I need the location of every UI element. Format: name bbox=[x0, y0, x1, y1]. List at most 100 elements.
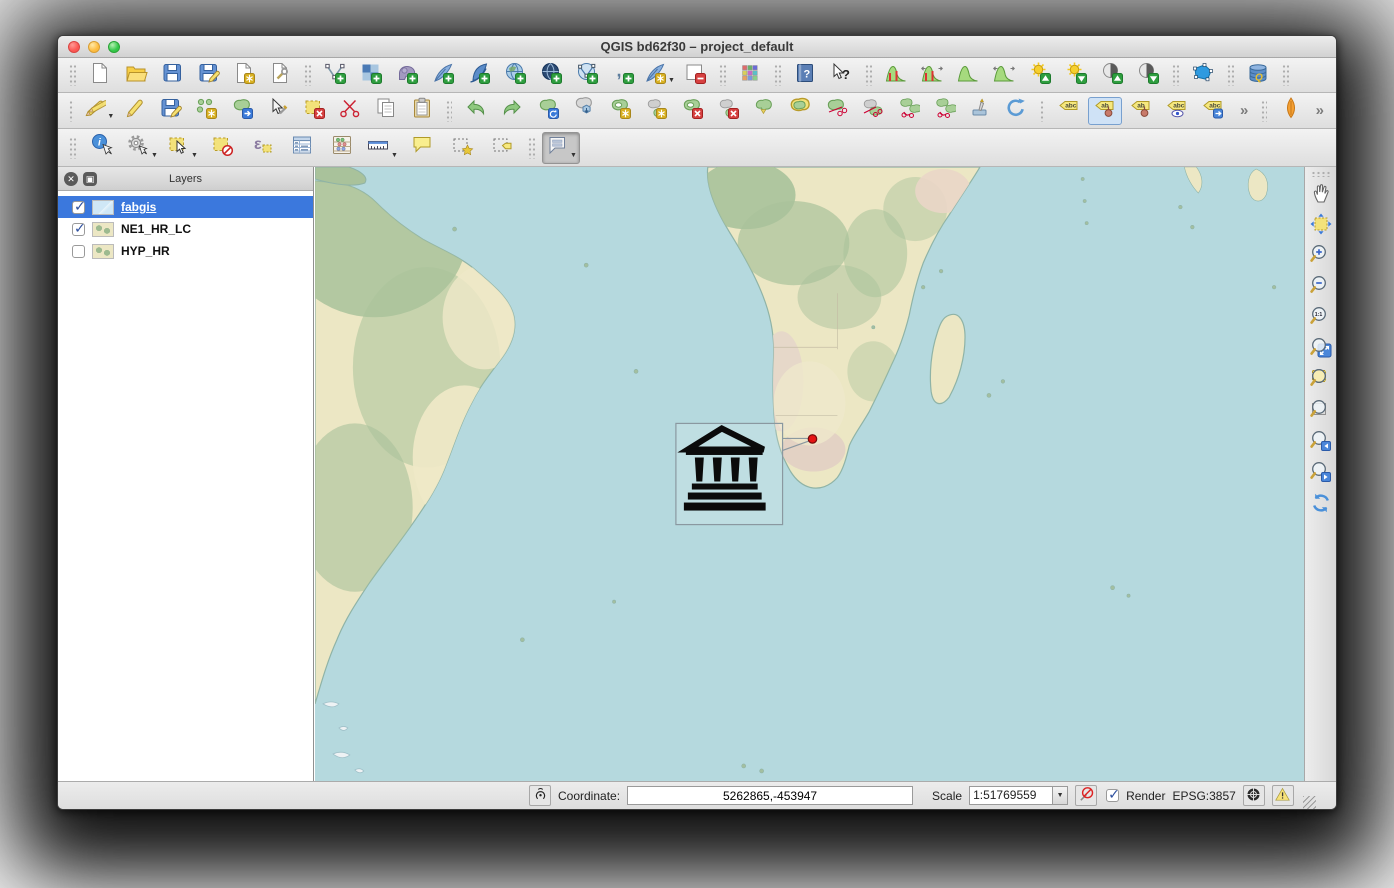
grass-tools-button[interactable] bbox=[1274, 97, 1308, 125]
scale-value[interactable]: 1:51769559 bbox=[969, 786, 1053, 805]
full-cumulative-stretch-button[interactable] bbox=[987, 61, 1021, 89]
toolbar-drag-handle[interactable] bbox=[1040, 100, 1045, 122]
split-parts-button[interactable] bbox=[855, 97, 889, 125]
add-part-button[interactable] bbox=[639, 97, 673, 125]
toolbar-drag-handle[interactable] bbox=[69, 64, 76, 86]
toolbar-drag-handle[interactable] bbox=[774, 64, 781, 86]
zoom-to-layer-button[interactable] bbox=[1307, 399, 1335, 425]
add-vector-layer-button[interactable] bbox=[318, 61, 352, 89]
zoom-native-button[interactable]: 1:1 bbox=[1307, 306, 1335, 332]
decrease-contrast-button[interactable] bbox=[1131, 61, 1165, 89]
delete-selected-button[interactable] bbox=[297, 97, 331, 125]
remove-layer-button[interactable] bbox=[678, 61, 712, 89]
field-calculator-button[interactable] bbox=[323, 132, 361, 164]
current-edits-dropdown-icon[interactable]: ▼ bbox=[107, 113, 114, 124]
toolbar-drag-handle[interactable] bbox=[719, 64, 726, 86]
db-manager-button[interactable]: Q bbox=[1241, 61, 1275, 89]
titlebar[interactable]: QGIS bd62f30 – project_default bbox=[58, 36, 1336, 58]
help-contents-button[interactable]: ? bbox=[788, 61, 822, 89]
toolbar-drag-handle[interactable] bbox=[1261, 100, 1266, 122]
measure-line-button[interactable]: ▼ bbox=[363, 132, 401, 164]
identify-features-button[interactable]: i bbox=[83, 132, 121, 164]
show-hide-labels-button[interactable]: abc bbox=[1160, 97, 1194, 125]
layer-visibility-checkbox[interactable] bbox=[72, 245, 85, 258]
toolbar-drag-handle[interactable] bbox=[1227, 64, 1234, 86]
current-edits-button[interactable]: ▼ bbox=[81, 97, 115, 125]
add-ring-button[interactable] bbox=[603, 97, 637, 125]
layer-visibility-checkbox[interactable] bbox=[72, 201, 85, 214]
pan-map-button[interactable] bbox=[1307, 182, 1335, 208]
toolbar-drag-handle[interactable] bbox=[304, 64, 311, 86]
deselect-all-button[interactable] bbox=[203, 132, 241, 164]
new-project-button[interactable] bbox=[83, 61, 117, 89]
point-marker[interactable] bbox=[808, 435, 816, 443]
panel-close-icon[interactable]: ✕ bbox=[64, 172, 78, 186]
add-mssql-layer-button[interactable] bbox=[462, 61, 496, 89]
style-manager-button[interactable] bbox=[733, 61, 767, 89]
touch-tool-button[interactable] bbox=[1186, 61, 1220, 89]
zoom-to-selection-button[interactable] bbox=[1307, 368, 1335, 394]
stop-render-button[interactable] bbox=[1075, 785, 1097, 806]
move-label-button[interactable]: abc bbox=[1196, 97, 1230, 125]
increase-brightness-button[interactable] bbox=[1023, 61, 1057, 89]
delete-part-button[interactable] bbox=[711, 97, 745, 125]
map-tips-button[interactable] bbox=[403, 132, 441, 164]
text-annotation-dropdown-icon[interactable]: ▼ bbox=[570, 152, 577, 163]
save-project-as-button[interactable] bbox=[191, 61, 225, 89]
paste-features-button[interactable] bbox=[405, 97, 439, 125]
highlight-pinned-labels-button[interactable]: ab bbox=[1124, 97, 1158, 125]
save-edits-button[interactable] bbox=[153, 97, 187, 125]
offset-curve-button[interactable] bbox=[783, 97, 817, 125]
toolbar-drag-handle[interactable] bbox=[528, 137, 535, 159]
scale-combo[interactable]: 1:51769559 ▼ bbox=[969, 786, 1068, 805]
rotate-point-symbols-button[interactable] bbox=[999, 97, 1033, 125]
toolbar-drag-handle[interactable] bbox=[1311, 171, 1331, 177]
add-wcs-layer-button[interactable] bbox=[534, 61, 568, 89]
simplify-feature-button[interactable] bbox=[567, 97, 601, 125]
split-features-button[interactable] bbox=[819, 97, 853, 125]
refresh-map-button[interactable] bbox=[1307, 492, 1335, 518]
local-cumulative-stretch-button[interactable] bbox=[951, 61, 985, 89]
add-delimited-text-layer-button[interactable]: , bbox=[606, 61, 640, 89]
new-shapefile-layer-dropdown-icon[interactable]: ▼ bbox=[668, 77, 675, 88]
delete-ring-button[interactable] bbox=[675, 97, 709, 125]
select-features-dropdown-icon[interactable]: ▼ bbox=[191, 152, 198, 163]
add-spatialite-layer-button[interactable] bbox=[426, 61, 460, 89]
save-project-button[interactable] bbox=[155, 61, 189, 89]
layer-item-HYP_HR[interactable]: HYP_HR bbox=[58, 240, 313, 262]
node-tool-button[interactable] bbox=[261, 97, 295, 125]
full-histogram-stretch-button[interactable] bbox=[915, 61, 949, 89]
toolbar-drag-handle[interactable] bbox=[69, 100, 74, 122]
layer-labeling-options-button[interactable]: abc bbox=[1052, 97, 1086, 125]
zoom-last-button[interactable] bbox=[1307, 430, 1335, 456]
rotate-feature-button[interactable] bbox=[531, 97, 565, 125]
open-project-button[interactable] bbox=[119, 61, 153, 89]
pin-unpin-labels-button[interactable]: ab bbox=[1088, 97, 1122, 125]
label-toolbar-overflow-button[interactable]: » bbox=[1234, 102, 1254, 119]
undo-button[interactable] bbox=[459, 97, 493, 125]
show-bookmarks-button[interactable] bbox=[483, 132, 521, 164]
move-feature-button[interactable] bbox=[225, 97, 259, 125]
increase-contrast-button[interactable] bbox=[1095, 61, 1129, 89]
layer-item-NE1_HR_LC[interactable]: NE1_HR_LC bbox=[58, 218, 313, 240]
render-checkbox[interactable] bbox=[1106, 789, 1119, 802]
zoom-full-button[interactable] bbox=[1307, 337, 1335, 363]
toggle-editing-button[interactable] bbox=[117, 97, 151, 125]
resize-grip[interactable] bbox=[1303, 796, 1316, 809]
layer-visibility-checkbox[interactable] bbox=[72, 223, 85, 236]
copy-features-button[interactable] bbox=[369, 97, 403, 125]
toolbar-drag-handle[interactable] bbox=[69, 137, 76, 159]
add-wms-layer-button[interactable] bbox=[498, 61, 532, 89]
crs-status-button[interactable] bbox=[1243, 785, 1265, 806]
redo-button[interactable] bbox=[495, 97, 529, 125]
merge-features-button[interactable] bbox=[891, 97, 925, 125]
map-canvas[interactable] bbox=[315, 167, 1304, 781]
add-postgis-layer-button[interactable] bbox=[390, 61, 424, 89]
open-attribute-table-button[interactable] bbox=[283, 132, 321, 164]
toolbar-drag-handle[interactable] bbox=[1172, 64, 1179, 86]
pan-to-selection-button[interactable] bbox=[1307, 213, 1335, 239]
add-raster-layer-button[interactable] bbox=[354, 61, 388, 89]
new-print-composer-button[interactable] bbox=[227, 61, 261, 89]
run-feature-action-button[interactable]: ▼ bbox=[123, 132, 161, 164]
offset-point-symbols-button[interactable] bbox=[963, 97, 997, 125]
